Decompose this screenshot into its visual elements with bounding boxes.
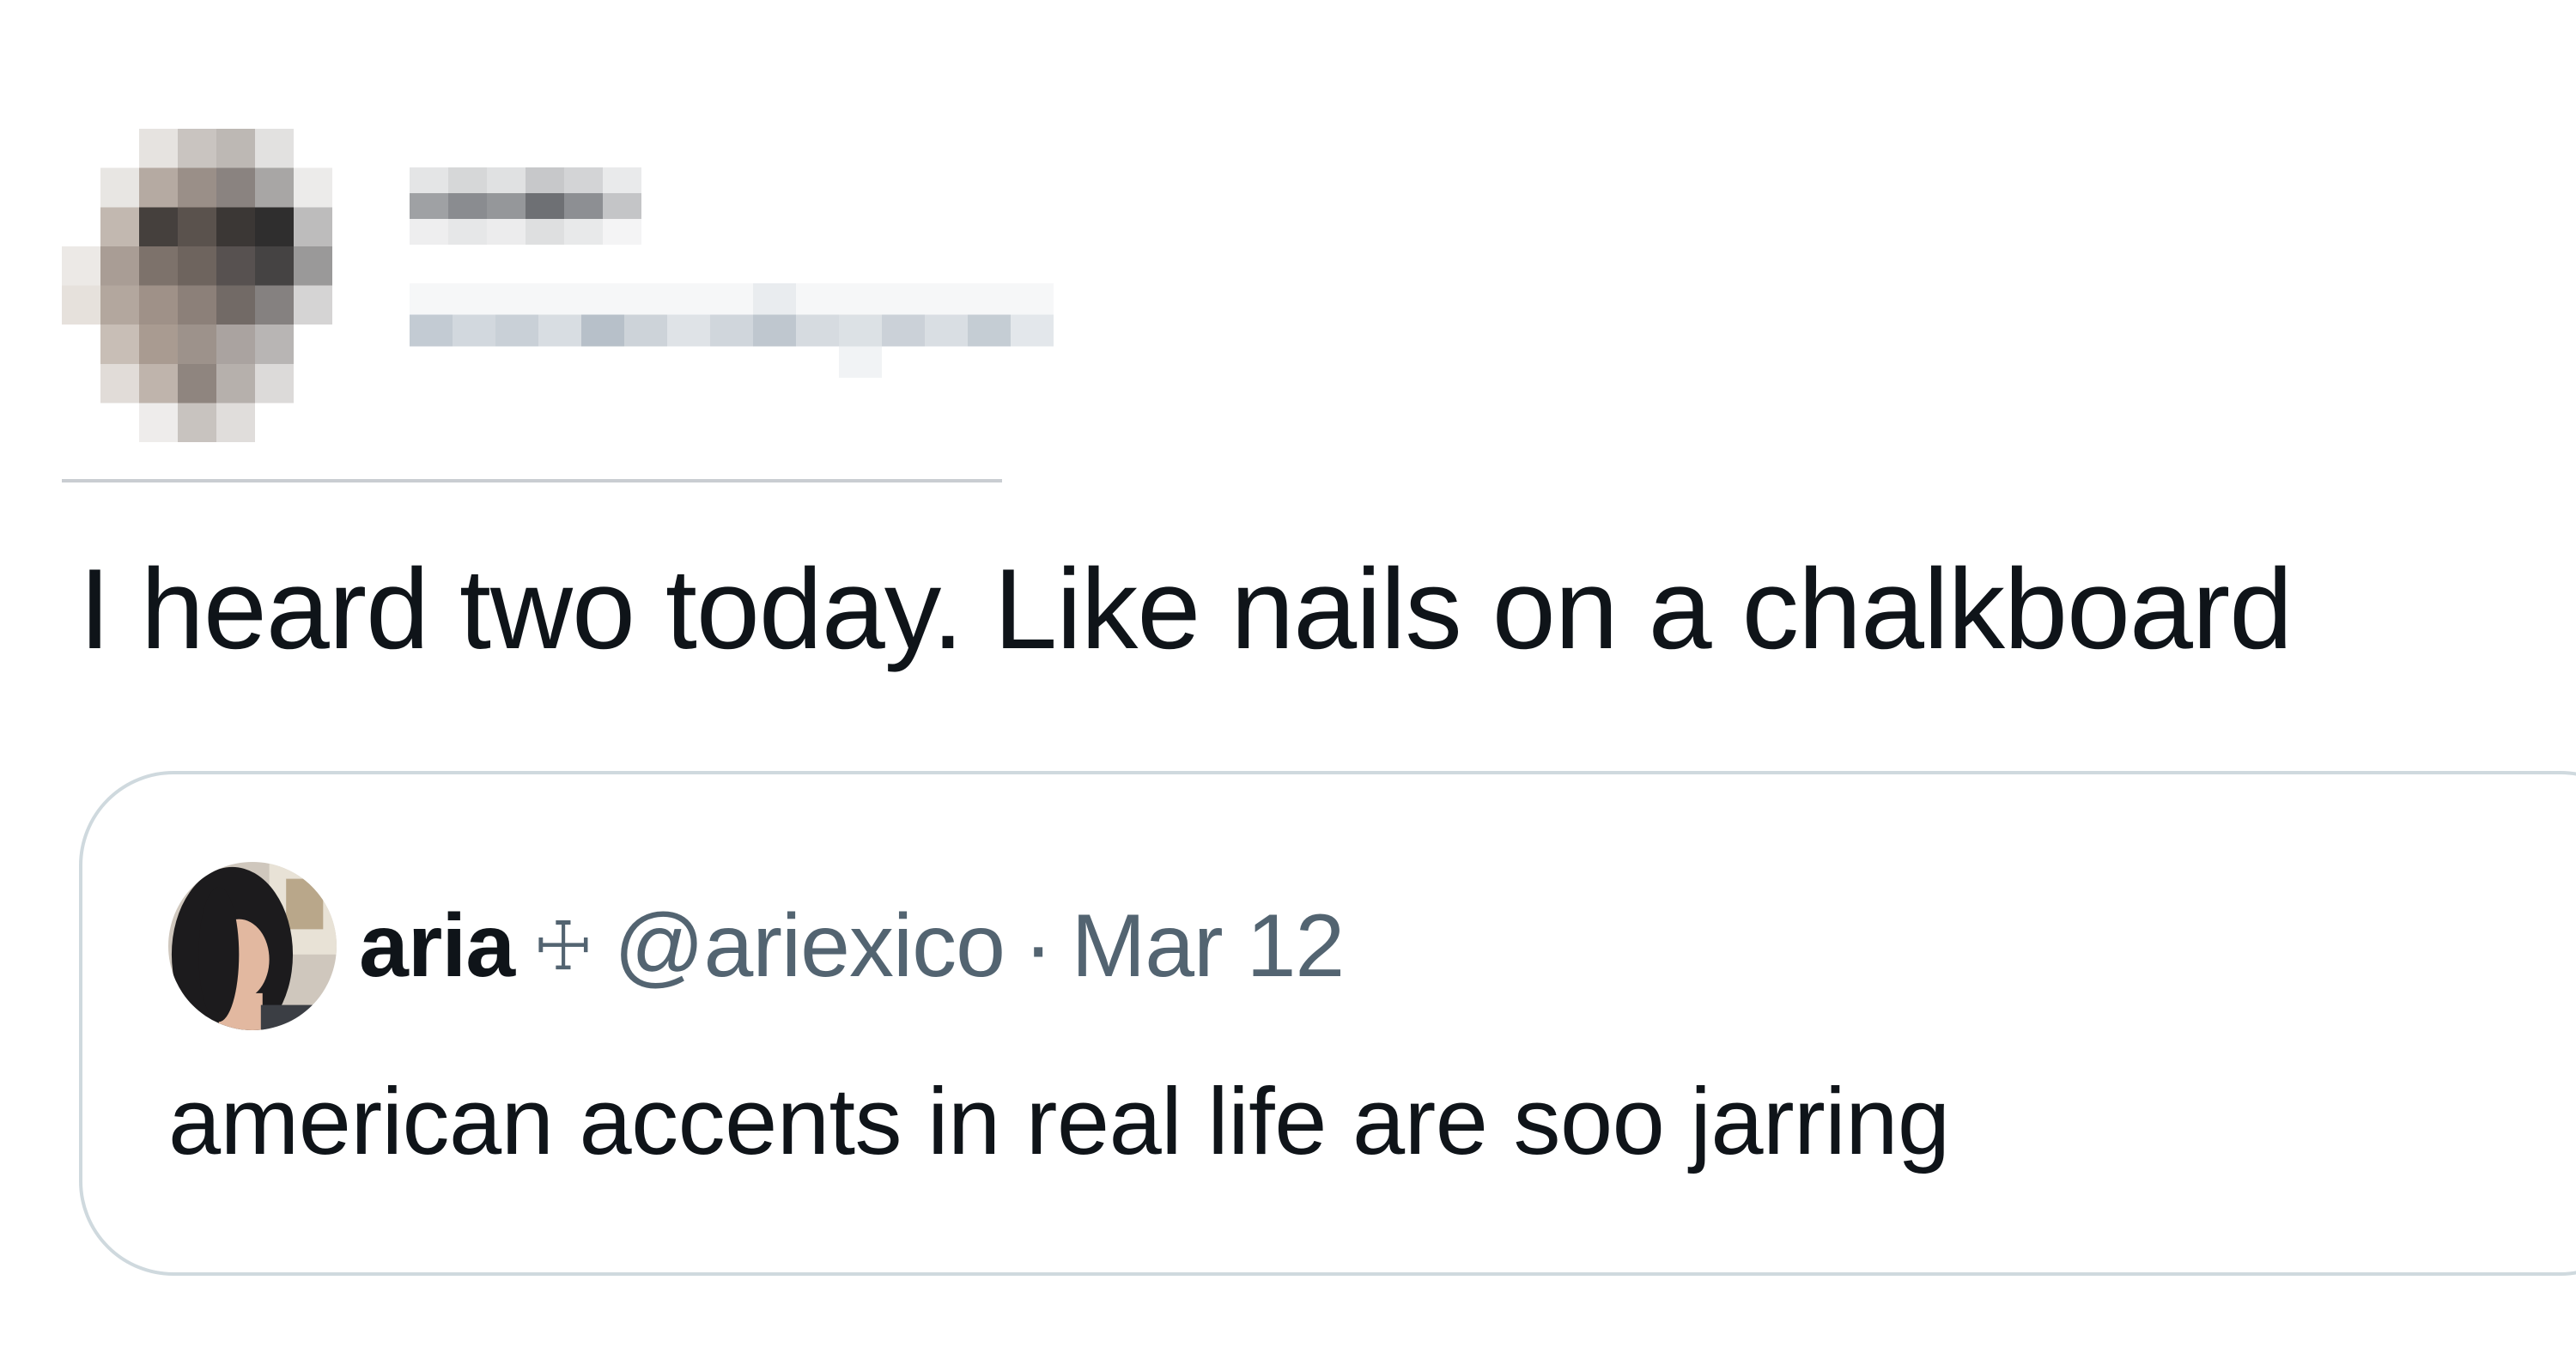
quoted-tweet-date[interactable]: Mar 12 <box>1072 895 1346 998</box>
header-divider <box>62 479 1002 482</box>
redacted-author-handle[interactable] <box>410 283 1054 378</box>
user-avatar-icon[interactable] <box>168 862 337 1030</box>
redacted-author-name[interactable] <box>410 167 641 245</box>
pixelated-avatar-icon[interactable] <box>62 129 371 442</box>
quoted-tweet-text: american accents in real life are soo ja… <box>168 1069 1950 1174</box>
separator-dot: · <box>1023 895 1054 996</box>
quoted-author-name[interactable]: aria <box>359 895 515 998</box>
tweet-author-header <box>62 129 1054 446</box>
quoted-tweet-header: aria ☩ @ariexico · Mar 12 <box>168 860 1346 1032</box>
quoted-author-handle[interactable]: @ariexico <box>614 895 1005 998</box>
tweet-text: I heard two today. Like nails on a chalk… <box>79 546 2293 673</box>
cross-badge-icon: ☩ <box>533 907 593 984</box>
quoted-tweet-card[interactable]: aria ☩ @ariexico · Mar 12 american accen… <box>79 771 2576 1276</box>
